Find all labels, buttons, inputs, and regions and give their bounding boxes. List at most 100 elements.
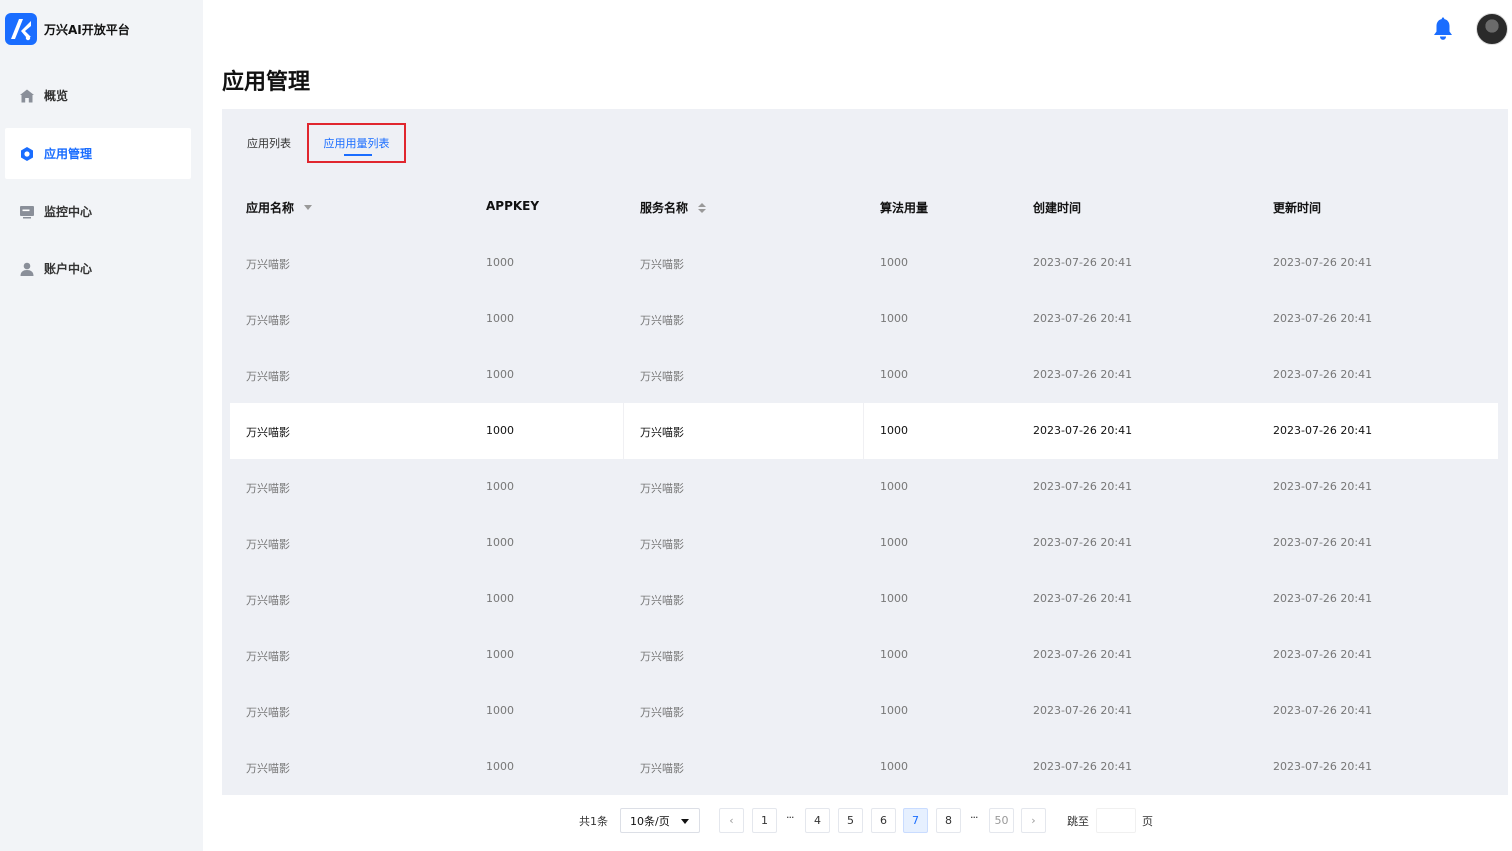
cell-created-time: 2023-07-26 20:41 bbox=[1033, 536, 1133, 549]
cell-algorithm-usage: 1000 bbox=[880, 536, 908, 549]
bell-icon[interactable] bbox=[1432, 17, 1454, 41]
logo-icon bbox=[5, 13, 37, 45]
pagination: 共1条 10条/页 ‹ 1 ··· 4 5 6 7 8 ··· 50 › 跳至 … bbox=[0, 808, 1512, 833]
cell-service-name: 万兴喵影 bbox=[640, 482, 684, 495]
cell-app-name: 万兴喵影 bbox=[246, 314, 290, 327]
sort-icon[interactable] bbox=[698, 202, 707, 213]
prev-page-button[interactable]: ‹ bbox=[719, 808, 744, 833]
sidebar-item-overview[interactable]: 概览 bbox=[5, 70, 191, 121]
cell-created-time: 2023-07-26 20:41 bbox=[1033, 480, 1133, 493]
page-button[interactable]: 8 bbox=[936, 808, 961, 833]
cell-updated-time: 2023-07-26 20:41 bbox=[1273, 536, 1373, 549]
tab-app-list[interactable]: 应用列表 bbox=[236, 123, 302, 163]
page-size-select[interactable]: 10条/页 bbox=[620, 808, 700, 833]
page-size-value: 10条/页 bbox=[630, 814, 670, 828]
cell-app-name: 万兴喵影 bbox=[246, 482, 290, 495]
page-button[interactable]: 5 bbox=[838, 808, 863, 833]
page-button[interactable]: 1 bbox=[752, 808, 777, 833]
page-title: 应用管理 bbox=[222, 70, 311, 95]
cell-service-name: 万兴喵影 bbox=[640, 258, 684, 271]
table-row[interactable]: 万兴喵影 1000 万兴喵影 1000 2023-07-26 20:41 2023-07-… bbox=[230, 403, 1498, 459]
app-hexagon-icon bbox=[18, 145, 36, 163]
cell-algorithm-usage: 1000 bbox=[880, 256, 908, 269]
page-unit-label: 页 bbox=[1142, 815, 1153, 828]
monitor-icon bbox=[18, 203, 36, 221]
content-panel: 应用列表 应用用量列表 应用名称 APPKEY 服务名称 算法用量 创建时间 更… bbox=[222, 109, 1508, 795]
cell-created-time: 2023-07-26 20:41 bbox=[1033, 368, 1133, 381]
column-header-app-name[interactable]: 应用名称 bbox=[246, 199, 313, 216]
column-header-service-name[interactable]: 服务名称 bbox=[640, 199, 707, 216]
cell-appkey: 1000 bbox=[486, 592, 514, 605]
column-header-label: 算法用量 bbox=[880, 201, 929, 215]
chevron-left-icon: ‹ bbox=[729, 814, 734, 827]
cell-algorithm-usage: 1000 bbox=[880, 368, 908, 381]
page-button[interactable]: 50 bbox=[989, 808, 1014, 833]
total-count: 共1条 bbox=[579, 815, 608, 828]
cell-service-name: 万兴喵影 bbox=[640, 762, 684, 775]
table-row[interactable]: 万兴喵影 1000 万兴喵影 1000 2023-07-26 20:41 2023-07-… bbox=[230, 627, 1498, 683]
page-button[interactable]: 4 bbox=[805, 808, 830, 833]
next-page-button[interactable]: › bbox=[1021, 808, 1046, 833]
tab-active-indicator bbox=[344, 154, 372, 156]
column-header-label: 创建时间 bbox=[1033, 201, 1082, 215]
user-icon bbox=[18, 260, 36, 278]
ellipsis[interactable]: ··· bbox=[970, 811, 978, 824]
cell-updated-time: 2023-07-26 20:41 bbox=[1273, 592, 1373, 605]
table-row[interactable]: 万兴喵影 1000 万兴喵影 1000 2023-07-26 20:41 2023-07-… bbox=[230, 291, 1498, 347]
table-row[interactable]: 万兴喵影 1000 万兴喵影 1000 2023-07-26 20:41 2023-07-… bbox=[230, 459, 1498, 515]
cell-appkey: 1000 bbox=[486, 536, 514, 549]
column-header-label: 服务名称 bbox=[640, 201, 689, 215]
brand[interactable]: 万兴AI开放平台 bbox=[5, 13, 130, 45]
cell-updated-time: 2023-07-26 20:41 bbox=[1273, 368, 1373, 381]
table-row[interactable]: 万兴喵影 1000 万兴喵影 1000 2023-07-26 20:41 2023-07-… bbox=[230, 515, 1498, 571]
cell-service-name: 万兴喵影 bbox=[640, 594, 684, 607]
cell-created-time: 2023-07-26 20:41 bbox=[1033, 592, 1133, 605]
sidebar-item-account[interactable]: 账户中心 bbox=[5, 243, 191, 294]
cell-algorithm-usage: 1000 bbox=[880, 648, 908, 661]
page-number: 7 bbox=[912, 814, 919, 827]
cell-updated-time: 2023-07-26 20:41 bbox=[1273, 480, 1373, 493]
sidebar-item-label: 概览 bbox=[44, 89, 69, 103]
ellipsis[interactable]: ··· bbox=[786, 811, 794, 824]
page-button-current[interactable]: 7 bbox=[903, 808, 928, 833]
page-number: 4 bbox=[814, 814, 821, 827]
cell-appkey: 1000 bbox=[486, 648, 514, 661]
column-header-appkey: APPKEY bbox=[486, 199, 539, 213]
cell-algorithm-usage: 1000 bbox=[880, 704, 908, 717]
cell-app-name: 万兴喵影 bbox=[246, 370, 290, 383]
sidebar-item-app-management[interactable]: 应用管理 bbox=[5, 128, 191, 179]
page-number: 8 bbox=[945, 814, 952, 827]
sidebar-item-label: 应用管理 bbox=[44, 147, 93, 161]
cell-appkey: 1000 bbox=[486, 704, 514, 717]
cell-app-name: 万兴喵影 bbox=[246, 762, 290, 775]
table-row[interactable]: 万兴喵影 1000 万兴喵影 1000 2023-07-26 20:41 2023-07-… bbox=[230, 683, 1498, 739]
column-header-algorithm-usage: 算法用量 bbox=[880, 199, 928, 216]
cell-updated-time: 2023-07-26 20:41 bbox=[1273, 704, 1373, 717]
column-header-label: 更新时间 bbox=[1273, 201, 1322, 215]
sidebar-item-label: 监控中心 bbox=[44, 205, 93, 219]
table-row[interactable]: 万兴喵影 1000 万兴喵影 1000 2023-07-26 20:41 2023-07-… bbox=[230, 739, 1498, 795]
tab-app-usage-list[interactable]: 应用用量列表 bbox=[307, 123, 406, 163]
jump-page-input[interactable] bbox=[1096, 808, 1136, 833]
avatar[interactable] bbox=[1476, 13, 1508, 45]
cell-service-name: 万兴喵影 bbox=[640, 706, 684, 719]
cell-algorithm-usage: 1000 bbox=[880, 760, 908, 773]
cell-app-name: 万兴喵影 bbox=[246, 538, 290, 551]
column-header-created-time: 创建时间 bbox=[1033, 199, 1081, 216]
table-row[interactable]: 万兴喵影 1000 万兴喵影 1000 2023-07-26 20:41 2023-07-… bbox=[230, 347, 1498, 403]
column-header-label: 应用名称 bbox=[246, 201, 295, 215]
cell-appkey: 1000 bbox=[486, 480, 514, 493]
cell-updated-time: 2023-07-26 20:41 bbox=[1273, 424, 1373, 437]
cell-algorithm-usage: 1000 bbox=[880, 592, 908, 605]
cell-updated-time: 2023-07-26 20:41 bbox=[1273, 256, 1373, 269]
page-button[interactable]: 6 bbox=[871, 808, 896, 833]
cell-appkey: 1000 bbox=[486, 760, 514, 773]
sidebar-item-monitoring[interactable]: 监控中心 bbox=[5, 186, 191, 237]
cell-appkey: 1000 bbox=[486, 312, 514, 325]
table-row[interactable]: 万兴喵影 1000 万兴喵影 1000 2023-07-26 20:41 2023-07-… bbox=[230, 571, 1498, 627]
sort-desc-icon[interactable] bbox=[304, 205, 313, 210]
cell-app-name: 万兴喵影 bbox=[246, 594, 290, 607]
table-row[interactable]: 万兴喵影 1000 万兴喵影 1000 2023-07-26 20:41 2023-07-… bbox=[230, 235, 1498, 291]
cell-appkey: 1000 bbox=[486, 256, 514, 269]
cell-divider bbox=[863, 403, 864, 459]
